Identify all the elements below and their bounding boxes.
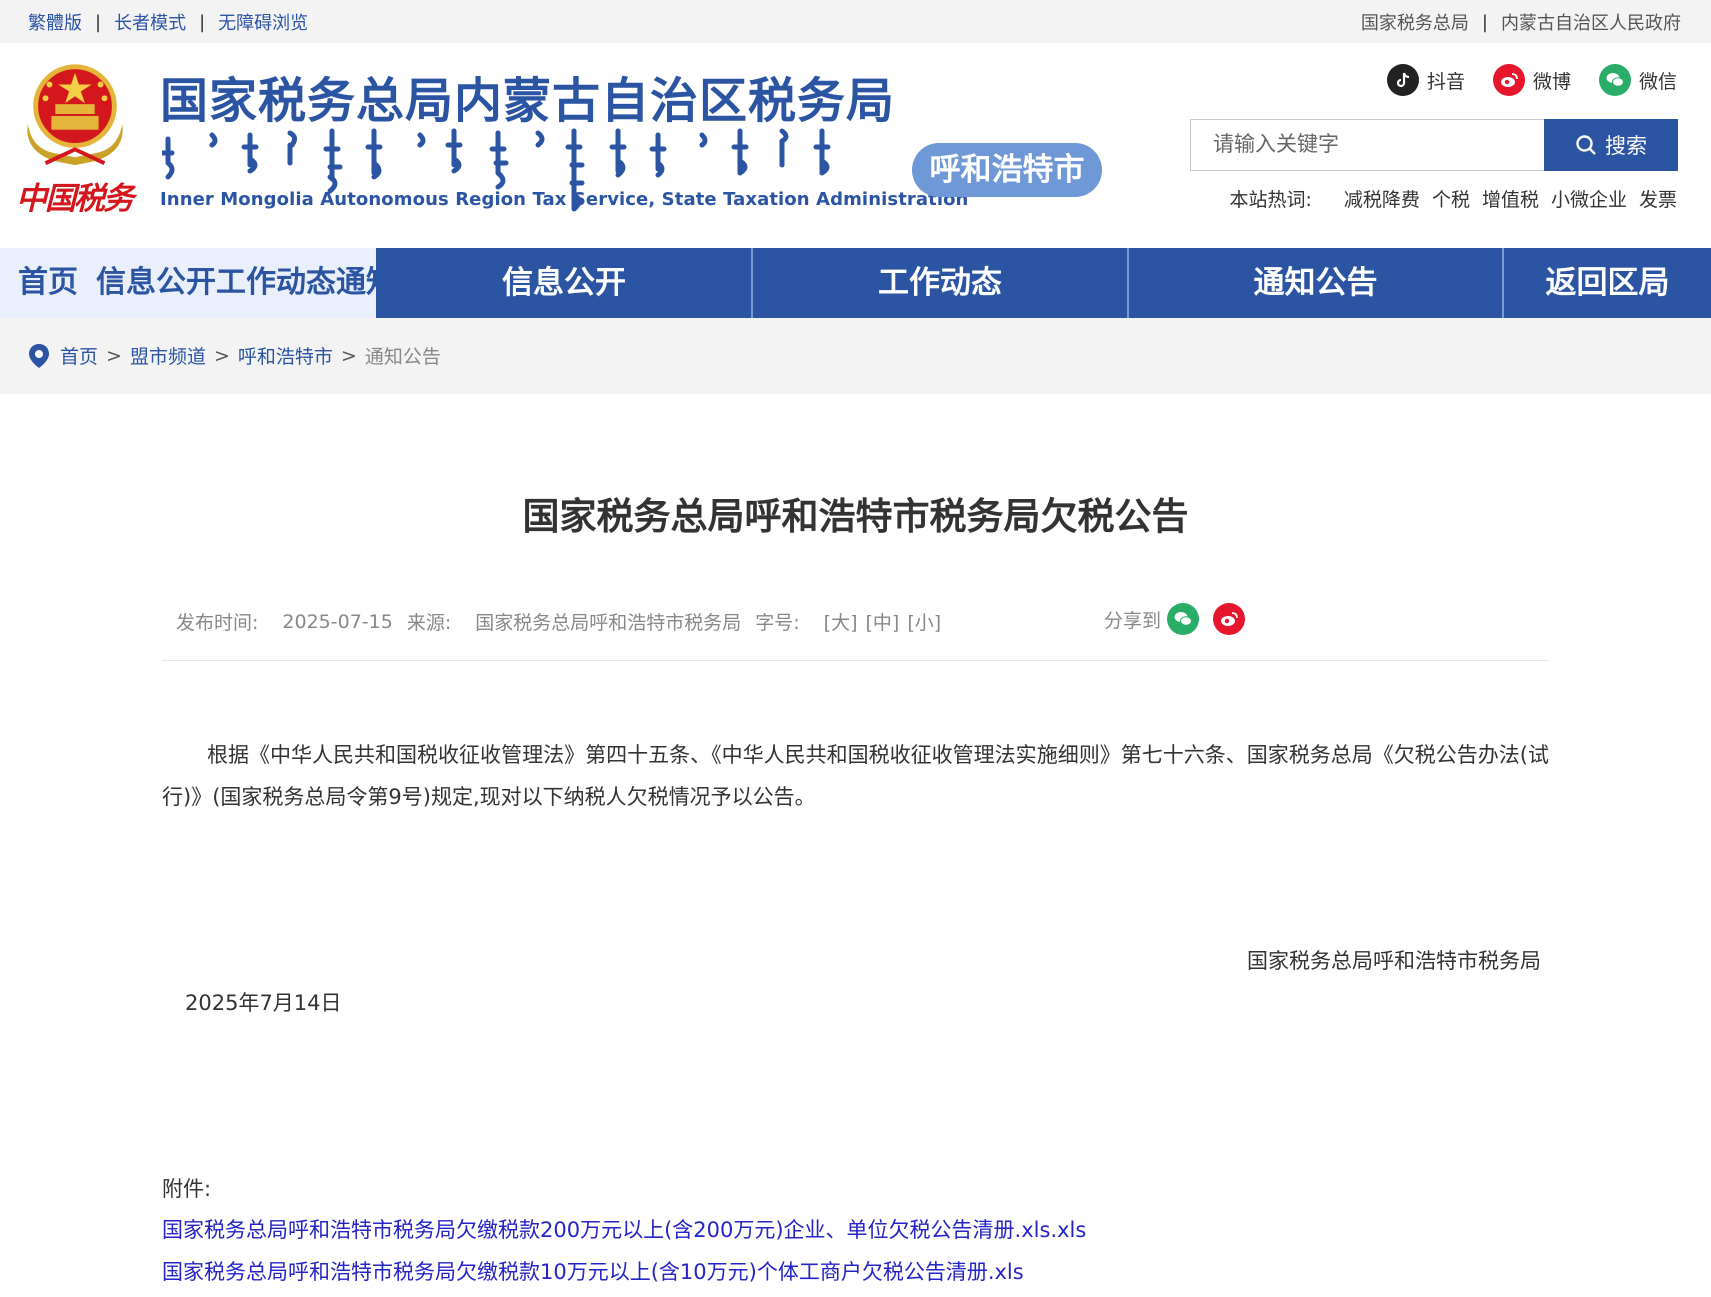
font-size-large[interactable]: [大]	[824, 608, 858, 635]
social-links: 抖音 微博 微信	[1359, 64, 1677, 96]
hotword-link[interactable]: 发票	[1639, 185, 1677, 212]
signature-date: 2025年7月14日	[185, 991, 342, 1015]
mongolian-script-title-icon	[162, 128, 831, 212]
hot-keywords-label: 本站热词:	[1229, 189, 1312, 211]
search-button-label: 搜索	[1605, 134, 1647, 158]
site-title-english: Inner Mongolia Autonomous Region Tax Ser…	[160, 189, 969, 210]
article-meta: 发布时间: 2025-07-15 来源: 国家税务总局呼和浩特市税务局 字号: …	[176, 608, 941, 635]
hotword-link[interactable]: 增值税	[1482, 185, 1539, 212]
city-badge: 呼和浩特市	[912, 143, 1102, 197]
font-size-small[interactable]: [小]	[907, 608, 941, 635]
breadcrumb-city-channel[interactable]: 盟市频道	[130, 342, 206, 369]
location-pin-icon	[29, 343, 49, 368]
attachment-link[interactable]: 国家税务总局呼和浩特市税务局欠缴税款200万元以上(含200万元)企业、单位欠税…	[162, 1214, 1086, 1244]
nav-info-public-short[interactable]: 信息公开	[96, 265, 216, 300]
search-input[interactable]	[1191, 120, 1563, 168]
breadcrumb-separator: >	[106, 344, 122, 367]
douyin-link[interactable]: 抖音	[1386, 64, 1465, 96]
hotword-link[interactable]: 减税降费	[1344, 185, 1420, 212]
article-body: 根据《中华人民共和国税收征收管理法》第四十五条、《中华人民共和国税收征收管理法实…	[162, 743, 1549, 809]
brand-wordmark: 中国税务	[16, 181, 134, 217]
hot-keywords: 本站热词: 减税降费 个税 增值税 小微企业 发票	[1230, 185, 1677, 212]
breadcrumb-current: 通知公告	[364, 346, 441, 368]
nav-work-news[interactable]: 工作动态	[753, 248, 1127, 318]
breadcrumb-home[interactable]: 首页	[60, 342, 98, 369]
search-box: 搜索	[1190, 119, 1678, 171]
weibo-link[interactable]: 微博	[1492, 64, 1571, 96]
nav-notices[interactable]: 通知公告	[1129, 248, 1502, 318]
search-button[interactable]: 搜索	[1544, 119, 1678, 171]
national-emblem-icon	[27, 64, 123, 166]
share-bar: 分享到	[1104, 603, 1246, 635]
signature-organization: 国家税务总局呼和浩特市税务局	[1247, 949, 1541, 973]
source-value: 国家税务总局呼和浩特市税务局	[475, 612, 742, 634]
share-label: 分享到	[1104, 609, 1162, 632]
font-size-medium[interactable]: [中]	[865, 608, 899, 635]
imar-gov-link[interactable]: 内蒙古自治区人民政府	[1501, 9, 1681, 35]
top-right-links: 国家税务总局 | 内蒙古自治区人民政府	[1361, 9, 1681, 35]
separator: |	[95, 11, 102, 33]
site-header: 中国税务 国家税务总局内蒙古自治区税务局 Inner Mongolia Auto…	[0, 43, 1711, 248]
share-weibo-icon[interactable]	[1213, 603, 1246, 635]
search-icon	[1576, 135, 1596, 155]
nav-home[interactable]: 首页	[18, 265, 78, 300]
main-nav: 首页信息公开工作动态通知公告 信息公开 工作动态 通知公告 返回区局	[0, 248, 1711, 318]
sta-link[interactable]: 国家税务总局	[1361, 9, 1469, 35]
source-label: 来源:	[406, 612, 452, 634]
douyin-label: 抖音	[1426, 70, 1465, 93]
wechat-link[interactable]: 微信	[1598, 64, 1677, 96]
hotword-link[interactable]: 个税	[1432, 185, 1470, 212]
breadcrumb-separator: >	[213, 344, 230, 367]
share-wechat-icon[interactable]	[1167, 603, 1200, 635]
nav-home-block: 首页信息公开工作动态通知公告	[0, 248, 376, 318]
accessibility-link[interactable]: 无障碍浏览	[218, 9, 308, 35]
attachment-link[interactable]: 国家税务总局呼和浩特市税务局欠缴税款10万元以上(含10万元)个体工商户欠税公告…	[162, 1256, 1024, 1286]
top-utility-bar: 繁體版 | 长者模式 | 无障碍浏览 国家税务总局 | 内蒙古自治区人民政府	[0, 0, 1711, 43]
wechat-icon	[1598, 64, 1631, 96]
publish-date-label: 发布时间:	[176, 612, 259, 634]
wechat-label: 微信	[1638, 70, 1677, 93]
weibo-icon	[1492, 64, 1525, 96]
nav-back-to-region[interactable]: 返回区局	[1504, 248, 1711, 318]
nav-notices-short[interactable]: 通知公告	[336, 265, 376, 300]
nav-info-public[interactable]: 信息公开	[378, 248, 750, 318]
breadcrumb-separator: >	[340, 344, 357, 367]
top-left-links: 繁體版 | 长者模式 | 无障碍浏览	[28, 9, 308, 35]
traditional-chinese-link[interactable]: 繁體版	[28, 9, 82, 35]
attachments-label: 附件:	[162, 1177, 212, 1201]
meta-divider	[162, 660, 1549, 661]
breadcrumb-bar: 首页 > 盟市频道 > 呼和浩特市 > 通知公告	[0, 318, 1711, 394]
weibo-label: 微博	[1532, 70, 1571, 93]
breadcrumb-hohhot[interactable]: 呼和浩特市	[238, 342, 333, 369]
separator: |	[1481, 11, 1488, 33]
douyin-icon	[1386, 64, 1419, 96]
nav-work-news-short[interactable]: 工作动态	[216, 265, 336, 300]
breadcrumb: 首页 > 盟市频道 > 呼和浩特市 > 通知公告	[28, 342, 441, 369]
separator: |	[199, 11, 206, 33]
article-title: 国家税务总局呼和浩特市税务局欠税公告	[522, 495, 1189, 538]
elder-mode-link[interactable]: 长者模式	[114, 9, 186, 35]
hotword-link[interactable]: 小微企业	[1551, 185, 1627, 212]
font-size-label: 字号:	[755, 612, 800, 634]
publish-date: 2025-07-15	[282, 610, 393, 633]
